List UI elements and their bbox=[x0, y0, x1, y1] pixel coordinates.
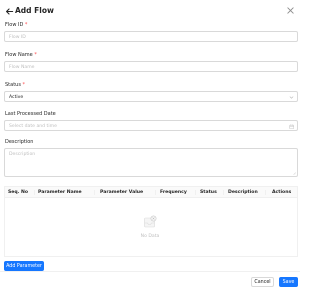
footer-divider bbox=[0, 271, 300, 272]
required-mark: * bbox=[34, 52, 37, 58]
chevron-down-icon bbox=[289, 96, 294, 99]
column-divider bbox=[34, 190, 35, 195]
status-label-text: Status bbox=[5, 82, 21, 88]
required-mark: * bbox=[24, 22, 28, 28]
flow-name-label-text: Flow Name bbox=[5, 52, 33, 58]
column-header-parameter-name: Parameter Name bbox=[38, 190, 82, 195]
description-placeholder: Description bbox=[9, 151, 36, 157]
cancel-button[interactable]: Cancel bbox=[251, 277, 274, 287]
required-mark: * bbox=[22, 82, 26, 88]
last-processed-date-picker[interactable]: Select date and time bbox=[4, 120, 298, 131]
column-header-description: Description bbox=[228, 190, 258, 195]
status-label: Status * bbox=[5, 82, 25, 88]
column-header-frequency: Frequency bbox=[160, 190, 187, 195]
column-divider bbox=[94, 190, 95, 195]
description-label-text: Description bbox=[5, 139, 34, 145]
status-selected-value: Active bbox=[9, 94, 24, 100]
column-divider bbox=[265, 190, 266, 195]
column-header-seq-no: Seq. No bbox=[8, 190, 29, 195]
empty-state-text: No Data bbox=[140, 234, 160, 239]
last-processed-date-label-text: Last Processed Date bbox=[5, 111, 56, 117]
modal-title: Add Flow bbox=[15, 6, 54, 15]
flow-name-placeholder: Flow Name bbox=[9, 64, 35, 70]
arrow-left-icon[interactable] bbox=[5, 7, 14, 16]
table-header: Seq. No Parameter Name Parameter Value F… bbox=[5, 187, 297, 198]
flow-id-input[interactable]: Flow ID bbox=[4, 31, 298, 42]
status-select[interactable]: Active bbox=[4, 91, 298, 102]
flow-id-label: Flow ID * bbox=[5, 22, 27, 28]
column-divider bbox=[195, 190, 196, 195]
modal-header: Add Flow bbox=[0, 0, 300, 22]
resize-handle-icon[interactable] bbox=[293, 172, 296, 175]
flow-id-placeholder: Flow ID bbox=[9, 34, 26, 40]
column-divider bbox=[155, 190, 156, 195]
column-header-parameter-value: Parameter Value bbox=[100, 190, 144, 195]
column-divider bbox=[223, 190, 224, 195]
close-icon[interactable] bbox=[286, 6, 295, 15]
add-parameter-button[interactable]: Add Parameter bbox=[4, 261, 44, 271]
empty-inbox-icon bbox=[144, 215, 157, 228]
date-placeholder: Select date and time bbox=[9, 123, 57, 129]
column-header-status: Status bbox=[200, 190, 217, 195]
calendar-icon bbox=[288, 124, 294, 129]
column-header-actions: Actions bbox=[272, 190, 292, 195]
flow-name-input[interactable]: Flow Name bbox=[4, 61, 298, 72]
description-textarea[interactable]: Description bbox=[4, 148, 298, 177]
flow-name-label: Flow Name * bbox=[5, 52, 37, 58]
description-label: Description bbox=[5, 139, 33, 145]
last-processed-date-label: Last Processed Date bbox=[5, 111, 56, 117]
flow-id-label-text: Flow ID bbox=[5, 22, 24, 28]
add-flow-modal: Add Flow Flow ID * Flow ID Flow Name * F… bbox=[0, 0, 300, 300]
save-button[interactable]: Save bbox=[279, 277, 298, 287]
